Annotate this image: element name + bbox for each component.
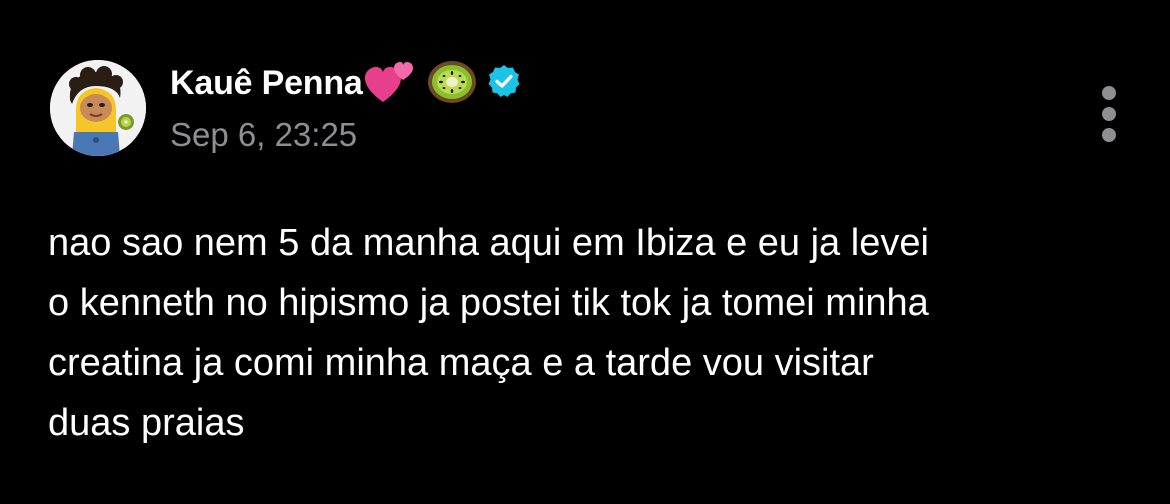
name-row: Kauê Penna xyxy=(170,60,521,106)
author-display-name[interactable]: Kauê Penna xyxy=(170,64,363,103)
post-text-line: nao sao nem 5 da manha aqui em Ibiza e e… xyxy=(48,222,929,264)
avatar-minion-icon xyxy=(50,60,146,156)
more-dot-icon xyxy=(1102,128,1116,142)
kiwi-icon xyxy=(427,58,477,109)
two-hearts-icon xyxy=(364,58,413,109)
post-text-line: creatina ja comi minha maça e a tarde vo… xyxy=(48,342,874,384)
post-text-line: o kenneth no hipismo ja postei tik tok j… xyxy=(48,282,929,324)
post-timestamp[interactable]: Sep 6, 23:25 xyxy=(170,116,521,154)
post-card: Kauê Penna Sep 6, 23:25 nao sao nem 5 da… xyxy=(0,0,1170,504)
avatar[interactable] xyxy=(50,60,146,156)
more-dot-icon xyxy=(1102,107,1116,121)
more-dot-icon xyxy=(1102,86,1116,100)
more-options-button[interactable] xyxy=(1094,86,1124,146)
post-header: Kauê Penna Sep 6, 23:25 xyxy=(170,60,521,160)
post-text-line: duas praias xyxy=(48,402,245,444)
post-text: nao sao nem 5 da manha aqui em Ibiza e e… xyxy=(48,213,1138,453)
verified-badge-icon xyxy=(487,64,521,103)
